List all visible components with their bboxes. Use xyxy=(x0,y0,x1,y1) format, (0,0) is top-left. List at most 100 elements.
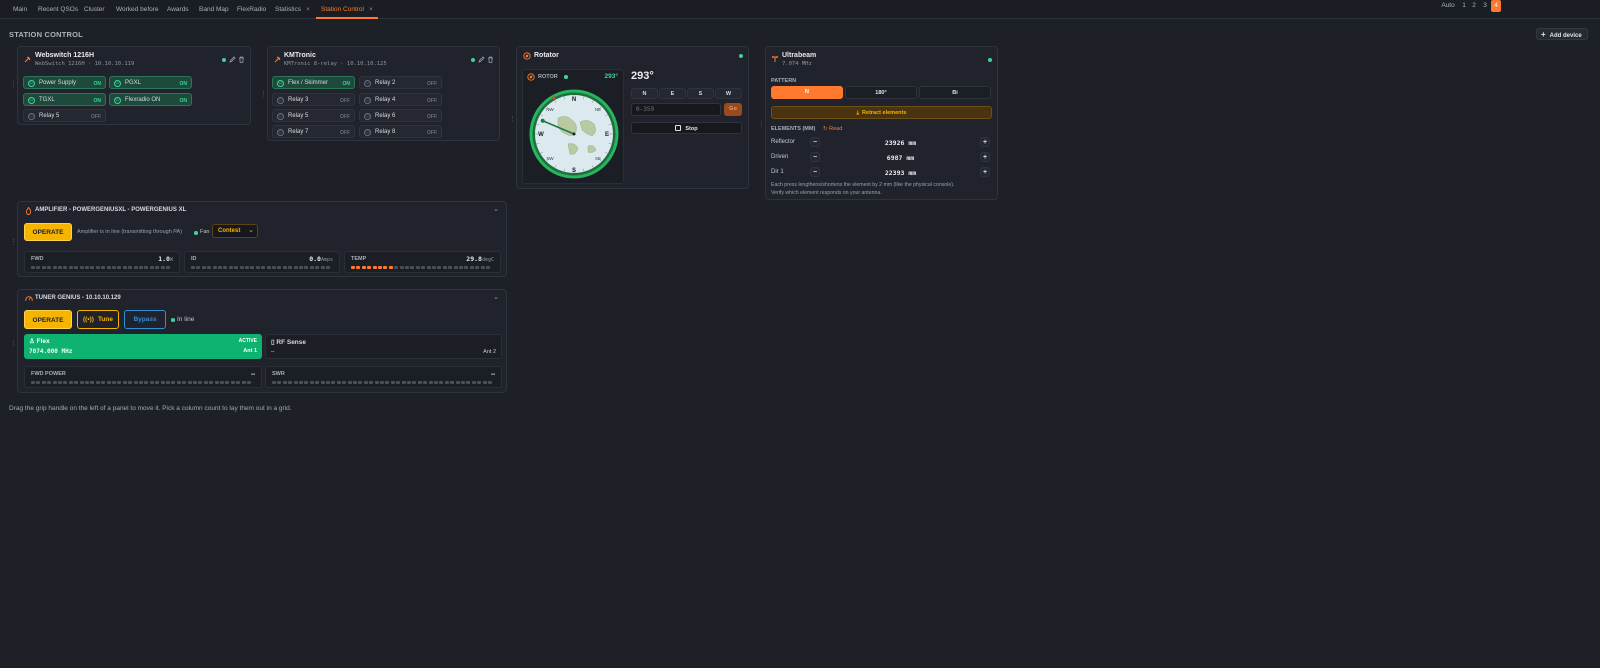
meter-segment xyxy=(293,381,298,384)
meter-segment xyxy=(236,381,241,384)
meter-segment xyxy=(155,381,160,384)
active-antenna-card[interactable]: ♙ Flex ACTIVE 7074.000 MHz Ant 1 xyxy=(24,334,262,359)
tune-label: Tune xyxy=(97,316,113,323)
preset-s-button[interactable]: S xyxy=(687,88,714,99)
pattern-normal-button[interactable]: N xyxy=(771,86,843,99)
meter-segment xyxy=(133,266,138,269)
lengthen-button[interactable]: + xyxy=(980,167,990,177)
relay-4[interactable]: ⏻ Relay 4 OFF xyxy=(359,93,442,106)
relay-2[interactable]: ⏻ Relay 2 OFF xyxy=(359,76,442,89)
rf-sense-card[interactable]: ▯ RF Sense – Ant 2 xyxy=(265,334,502,359)
tab-label: Station Control xyxy=(321,6,364,13)
delete-icon[interactable] xyxy=(487,56,494,63)
shorten-button[interactable]: − xyxy=(810,137,820,147)
meter-segment xyxy=(90,266,95,269)
compass-dial[interactable]: N E S W NE SE SW NW xyxy=(528,88,620,180)
pattern-bi-button[interactable]: Bi xyxy=(919,86,991,99)
relay-tgxl[interactable]: ⏻ TGXL ON xyxy=(23,93,106,106)
close-icon[interactable]: × xyxy=(369,6,373,13)
relay-state: ON xyxy=(93,80,102,87)
close-icon[interactable]: × xyxy=(306,6,310,13)
tab-label: Worked before xyxy=(116,6,159,13)
relay-5[interactable]: ⏻ Relay 5 OFF xyxy=(272,109,355,122)
meter-segment xyxy=(239,266,244,269)
go-button[interactable]: Go xyxy=(724,103,742,116)
shorten-button[interactable]: − xyxy=(810,167,820,177)
element-length: 23926 mm xyxy=(884,139,917,147)
radio-name: ▯ RF Sense xyxy=(271,338,306,346)
relay-power-supply[interactable]: ⏻ Power Supply ON xyxy=(23,76,106,89)
tab-station-control[interactable]: Station Control × xyxy=(316,0,378,19)
edit-icon[interactable] xyxy=(478,56,485,63)
tune-button[interactable]: ((•)) Tune xyxy=(77,310,119,329)
relay-5[interactable]: ⏻ Relay 5 OFF xyxy=(23,109,106,122)
columns-3-button[interactable]: 3 xyxy=(1480,0,1490,12)
tab-cluster[interactable]: Cluster xyxy=(84,0,105,19)
lengthen-button[interactable]: + xyxy=(980,152,990,162)
chevron-down-icon[interactable]: ⌄ xyxy=(493,293,499,301)
preset-n-button[interactable]: N xyxy=(631,88,658,99)
meter-segment xyxy=(223,266,228,269)
heading-input[interactable] xyxy=(631,103,721,116)
add-device-button[interactable]: + Add device xyxy=(1536,28,1588,40)
meter-segment xyxy=(90,381,95,384)
tab-main[interactable]: Main xyxy=(13,0,27,19)
relay-7[interactable]: ⏻ Relay 7 OFF xyxy=(272,125,355,138)
meter-segment xyxy=(437,266,442,269)
grip-handle-icon[interactable]: ⋮ xyxy=(509,115,516,123)
relay-state: OFF xyxy=(427,113,437,120)
relay-flex-skimmer[interactable]: ⏻ Flex / Skimmer ON xyxy=(272,76,355,89)
meter-label: FWD POWER xyxy=(31,371,66,377)
relay-state: OFF xyxy=(340,113,350,120)
tab-band-map[interactable]: Band Map xyxy=(199,0,229,19)
relay-6[interactable]: ⏻ Relay 6 OFF xyxy=(359,109,442,122)
preset-e-button[interactable]: E xyxy=(659,88,686,99)
meter-label: FWD xyxy=(31,256,44,262)
pattern-180-button[interactable]: 180° xyxy=(845,86,917,99)
tab-recent-qsos[interactable]: Recent QSOs xyxy=(38,0,78,19)
meter-segment xyxy=(299,266,303,269)
columns-auto-button[interactable]: Auto xyxy=(1439,0,1457,12)
tab-label: Awards xyxy=(167,6,189,13)
tab-awards[interactable]: Awards xyxy=(167,0,189,19)
relay-pgxl[interactable]: ⏻ PGXL ON xyxy=(109,76,192,89)
edit-icon[interactable] xyxy=(229,56,236,63)
operate-button[interactable]: OPERATE xyxy=(24,310,72,329)
meter-value: – xyxy=(491,370,495,378)
relay-8[interactable]: ⏻ Relay 8 OFF xyxy=(359,125,442,138)
fan-mode-select[interactable]: Contest ⌄ xyxy=(212,224,258,238)
tab-statistics[interactable]: Statistics × xyxy=(275,0,310,19)
meter-value: 0.0Amps xyxy=(309,255,333,263)
preset-w-button[interactable]: W xyxy=(715,88,742,99)
shorten-button[interactable]: − xyxy=(810,152,820,162)
grip-handle-icon[interactable]: ⋮ xyxy=(10,339,17,347)
power-icon: ⏻ xyxy=(114,80,121,87)
retract-elements-button[interactable]: ⤓ Retract elements xyxy=(771,106,992,119)
chevron-down-icon[interactable]: ⌄ xyxy=(493,205,499,213)
operate-button[interactable]: OPERATE xyxy=(24,223,72,241)
lengthen-button[interactable]: + xyxy=(980,137,990,147)
relay-3[interactable]: ⏻ Relay 3 OFF xyxy=(272,93,355,106)
columns-4-button[interactable]: 4 xyxy=(1491,0,1501,12)
relay-label: Relay 7 xyxy=(288,129,309,135)
meter-label: TEMP xyxy=(351,256,367,262)
meter-segment xyxy=(358,381,363,384)
grip-handle-icon[interactable]: ⋮ xyxy=(260,90,267,98)
stop-button[interactable]: Stop xyxy=(631,122,742,134)
grip-handle-icon[interactable]: ⋮ xyxy=(10,80,17,88)
meter-segment xyxy=(128,266,133,269)
grip-handle-icon[interactable]: ⋮ xyxy=(758,120,765,128)
bypass-button[interactable]: Bypass xyxy=(124,310,166,329)
columns-1-button[interactable]: 1 xyxy=(1459,0,1469,12)
delete-icon[interactable] xyxy=(238,56,245,63)
read-button[interactable]: ↻ Read xyxy=(823,126,842,132)
relay-state: OFF xyxy=(427,129,437,136)
tab-flexradio[interactable]: FlexRadio xyxy=(237,0,266,19)
grip-handle-icon[interactable]: ⋮ xyxy=(10,238,17,246)
meter-segment xyxy=(220,381,224,384)
tab-worked-before[interactable]: Worked before xyxy=(116,0,159,19)
relay-label: Flexradio ON xyxy=(125,97,161,103)
power-icon: ⏻ xyxy=(277,129,284,136)
relay-flexradio-on[interactable]: ⏻ Flexradio ON ON xyxy=(109,93,192,106)
columns-2-button[interactable]: 2 xyxy=(1469,0,1479,12)
